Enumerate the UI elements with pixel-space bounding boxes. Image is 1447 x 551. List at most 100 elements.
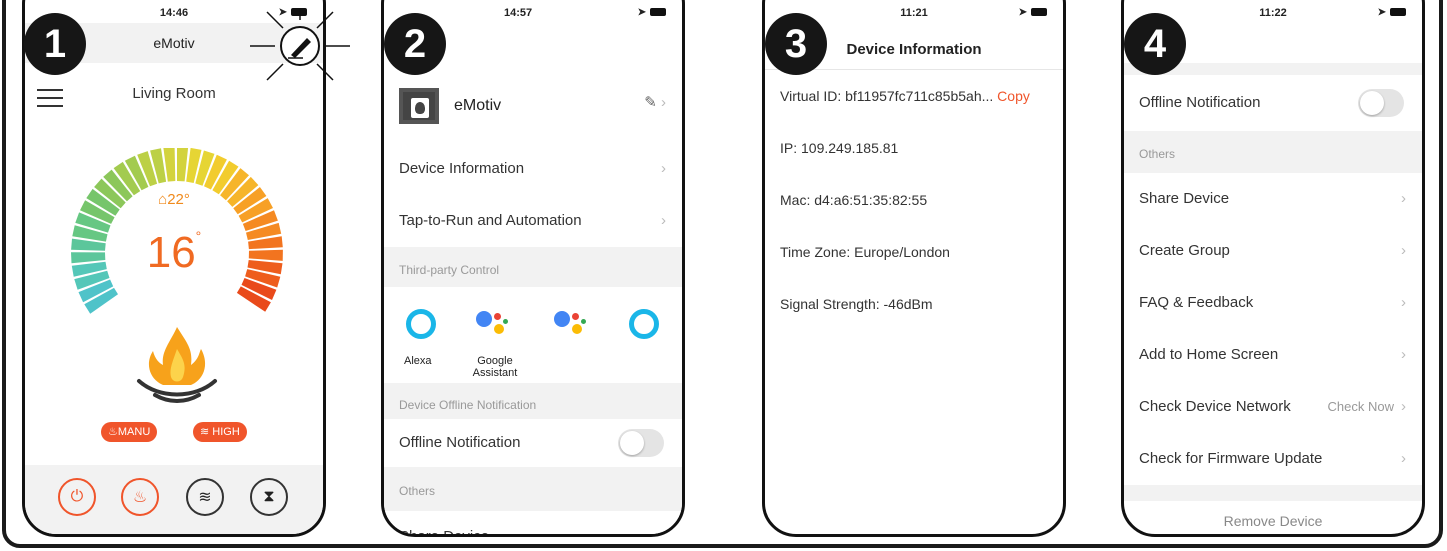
step-badge-1: 1 — [24, 13, 86, 75]
offline-notification-label: Offline Notification — [399, 434, 521, 451]
timezone-row: Time Zone: Europe/London — [780, 244, 950, 260]
ip-row: IP: 109.249.185.81 — [780, 140, 898, 156]
signal-row: Signal Strength: -46dBm — [780, 296, 933, 312]
flame-button[interactable]: ♨ — [121, 478, 159, 516]
section-bottom — [1124, 485, 1422, 501]
menu-item-label: Share Device — [1139, 190, 1230, 207]
gauge-segment — [177, 148, 189, 182]
power-button[interactable]: ⏻ — [58, 478, 96, 516]
chevron-right-icon: › — [656, 94, 666, 111]
menu-item-label: Check Device Network — [1139, 398, 1291, 415]
menu-item-add-to-home[interactable]: Add to Home Screen › — [1124, 329, 1422, 381]
section-title: Others — [1139, 147, 1176, 161]
heat-button[interactable]: ≋ — [186, 478, 224, 516]
flame-small-icon: ♨ — [108, 426, 118, 438]
virtual-id-value: bf11957fc711c85b5ah... — [845, 88, 994, 104]
device-name: eMotiv — [454, 97, 502, 114]
mac-value: d4:a6:51:35:82:55 — [814, 192, 928, 208]
menu-item-faq-feedback[interactable]: FAQ & Feedback › — [1124, 277, 1422, 329]
signal-value: -46dBm — [883, 296, 933, 312]
set-temperature: 16° — [25, 228, 323, 278]
virtual-id-row: Virtual ID: bf11957fc711c85b5ah... Copy — [780, 88, 1030, 104]
power-icon: ⏻ — [70, 488, 84, 505]
menu-item-firmware-update[interactable]: Check for Firmware Update › — [1124, 433, 1422, 485]
chevron-right-icon: › — [1401, 346, 1406, 363]
timer-button[interactable]: ⧗ — [250, 478, 288, 516]
alexa-icon[interactable] — [629, 309, 659, 339]
step-badge-3: 3 — [765, 13, 827, 75]
pencil-icon: ✎ — [644, 94, 657, 111]
set-temp-value: 16 — [146, 228, 196, 277]
mode-manu-label: MANU — [117, 426, 151, 438]
fireplace-icon — [399, 88, 439, 124]
edit-name-button[interactable]: ✎ › — [644, 93, 666, 111]
chevron-right-icon: › — [1401, 398, 1406, 415]
alexa-icon[interactable] — [406, 309, 436, 339]
status-time: 11:22 — [1259, 7, 1287, 19]
phone-screen-4: 11:22 ➤ Offline Notification Others Shar… — [1121, 0, 1425, 537]
menu-item-device-information[interactable]: Device Information › — [384, 143, 682, 195]
room-temperature: ⌂22° — [25, 191, 323, 208]
offline-notification-row: Offline Notification — [1124, 75, 1422, 131]
heat-small-icon: ≋ — [200, 426, 213, 438]
menu-item-share-device[interactable]: Share Device › — [1124, 173, 1422, 225]
section-others: Others — [384, 467, 682, 511]
chevron-right-icon: › — [1401, 242, 1406, 259]
phone-screen-3: 11:21 ➤ Device Information Virtual ID: b… — [762, 0, 1066, 537]
google-assistant-icon[interactable] — [476, 309, 510, 339]
battery-icon: ➤ — [638, 3, 666, 23]
chevron-right-icon: › — [1401, 190, 1406, 207]
step-badge-2: 2 — [384, 13, 446, 75]
heat-icon: ≋ — [198, 489, 212, 506]
mode-high-badge[interactable]: ≋ HIGH — [193, 422, 247, 442]
step-badge-4: 4 — [1124, 13, 1186, 75]
menu-item-tap-to-run[interactable]: Tap-to-Run and Automation › — [384, 195, 682, 247]
phone-screen-2: 14:57 ➤ eMotiv ✎ › Device Information › … — [381, 0, 685, 537]
menu-item-check-network[interactable]: Check Device Network Check Now › — [1124, 381, 1422, 433]
menu-item-share-device[interactable]: Share Device — [384, 511, 682, 534]
offline-notification-label: Offline Notification — [1139, 94, 1261, 111]
status-time: 11:21 — [900, 7, 928, 19]
offline-notification-row: Offline Notification — [384, 419, 682, 467]
chevron-right-icon: › — [661, 160, 666, 177]
section-title: Others — [399, 484, 436, 498]
menu-item-label: Device Information — [399, 160, 525, 177]
menu-item-label: Check for Firmware Update — [1139, 450, 1323, 467]
copy-button[interactable]: Copy — [997, 88, 1030, 104]
edit-icon[interactable] — [288, 32, 328, 62]
signal-label: Signal Strength: — [780, 296, 880, 312]
chevron-right-icon: › — [1401, 450, 1406, 467]
section-offline: Device Offline Notification — [384, 383, 682, 419]
home-icon: ⌂ — [158, 191, 168, 208]
menu-item-label: Tap-to-Run and Automation — [399, 212, 582, 229]
section-title: Device Offline Notification — [399, 398, 537, 412]
google-assistant-icon[interactable] — [554, 309, 588, 339]
section-third-party: Third-party Control — [384, 247, 682, 287]
timezone-value: Europe/London — [854, 244, 950, 260]
virtual-id-label: Virtual ID: — [780, 88, 842, 104]
battery-icon: ➤ — [1378, 3, 1406, 23]
alexa-label: Alexa — [404, 355, 432, 367]
timer-icon: ⧗ — [263, 488, 275, 505]
app-title: eMotiv — [153, 35, 195, 51]
mode-manu-badge[interactable]: ♨MANU — [101, 422, 158, 442]
degree-sign: ° — [195, 228, 202, 244]
menu-item-create-group[interactable]: Create Group › — [1124, 225, 1422, 277]
section-others: Others — [1124, 131, 1422, 173]
ip-value: 109.249.185.81 — [801, 140, 899, 156]
chevron-right-icon: › — [1401, 294, 1406, 311]
section-title: Third-party Control — [399, 263, 500, 277]
offline-notification-toggle[interactable] — [618, 429, 664, 457]
status-time: 14:46 — [159, 7, 189, 19]
mode-high-label: HIGH — [212, 426, 240, 438]
mac-label: Mac: — [780, 192, 811, 208]
timezone-label: Time Zone: — [780, 244, 851, 260]
fire-icon — [137, 327, 217, 403]
status-time: 14:57 — [504, 7, 533, 19]
check-now-link[interactable]: Check Now — [1328, 381, 1394, 433]
remove-device-button[interactable]: Remove Device — [1124, 501, 1422, 534]
ip-label: IP: — [780, 140, 798, 156]
offline-notification-toggle[interactable] — [1358, 89, 1404, 117]
room-temp-value: 22° — [167, 191, 190, 208]
chevron-right-icon: › — [661, 212, 666, 229]
